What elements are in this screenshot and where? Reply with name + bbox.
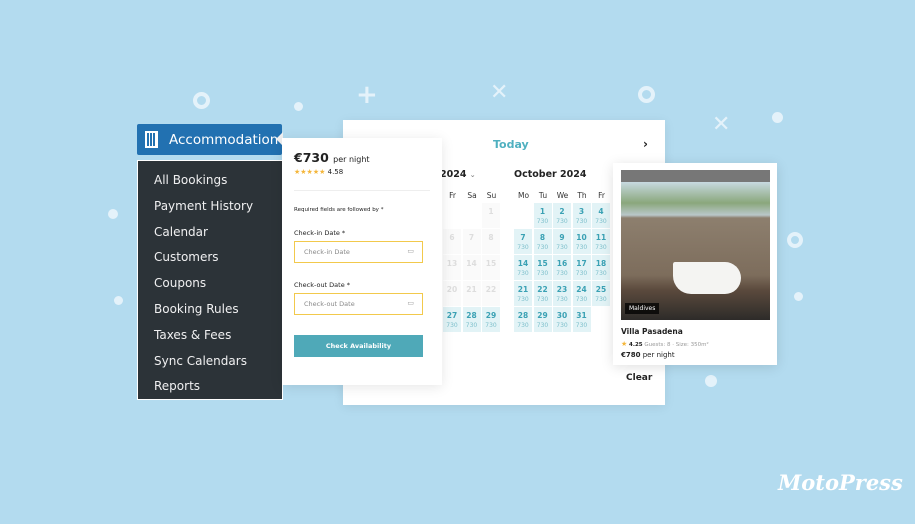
checkout-label: Check-out Date *	[294, 281, 351, 289]
star-rating-icon: ★★★★★	[294, 168, 326, 176]
calendar-day[interactable]: 24 730	[572, 281, 591, 306]
price: €730 per night	[294, 150, 370, 165]
decor-ring	[787, 232, 803, 248]
calendar-day: 13	[443, 255, 461, 280]
location-tag: Maldives	[625, 303, 660, 314]
decor-ring	[638, 86, 655, 103]
calendar-day[interactable]: 27 730	[443, 307, 461, 332]
weekday-label: Su	[486, 191, 497, 200]
today-button[interactable]: Today	[493, 138, 529, 151]
calendar-day[interactable]: 23 730	[553, 281, 571, 306]
calendar-day[interactable]: 4 730	[592, 203, 610, 228]
calendar-day[interactable]: 10 730	[572, 229, 591, 254]
chevron-right-icon[interactable]: ›	[643, 137, 648, 151]
menu-item-all-bookings[interactable]: All Bookings	[138, 171, 282, 197]
menu-item-payment-history[interactable]: Payment History	[138, 197, 282, 223]
weekday-label: Mo	[517, 191, 530, 200]
calendar-day[interactable]: 25 730	[592, 281, 610, 306]
bathtub-illustration	[673, 262, 741, 294]
admin-submenu: All Bookings Payment History Calendar Cu…	[137, 160, 283, 400]
menu-item-booking-rules[interactable]: Booking Rules	[138, 300, 282, 326]
decor-dot	[705, 375, 717, 387]
property-image: Maldives	[621, 170, 770, 320]
decor-dot	[114, 296, 123, 305]
menu-item-reports[interactable]: Reports	[138, 377, 282, 403]
calendar-day[interactable]: 18 730	[592, 255, 610, 280]
checkin-input[interactable]: Check-in Date	[294, 241, 423, 263]
calendar-day[interactable]: 21 730	[514, 281, 532, 306]
admin-menu-accommodation[interactable]: Accommodation	[137, 124, 283, 155]
required-note: Required fields are followed by *	[294, 207, 384, 213]
star-icon: ★	[621, 340, 628, 348]
menu-item-taxes-fees[interactable]: Taxes & Fees	[138, 326, 282, 352]
calendar-day[interactable]: 1 730	[533, 203, 552, 228]
calendar-day: 20	[443, 281, 461, 306]
weekday-label: Th	[577, 191, 587, 200]
calendar-day[interactable]: 14 730	[514, 255, 532, 280]
building-icon	[145, 131, 158, 148]
decor-x-icon: ✕	[490, 80, 509, 105]
calendar-day[interactable]: 8 730	[533, 229, 552, 254]
decor-dot	[794, 292, 803, 301]
menu-item-customers[interactable]: Customers	[138, 248, 282, 274]
calendar-day[interactable]: 22 730	[533, 281, 552, 306]
decor-dot	[108, 209, 118, 219]
calendar-day[interactable]: 11 730	[592, 229, 610, 254]
property-card[interactable]: Maldives Villa Pasadena ★ 4.25 Guests: 8…	[613, 163, 777, 365]
calendar-day[interactable]: 29 730	[482, 307, 500, 332]
calendar-day: 22	[482, 281, 500, 306]
calendar-day[interactable]: 15 730	[533, 255, 552, 280]
calendar-day[interactable]: 30 730	[553, 307, 571, 332]
check-availability-button[interactable]: Check Availability	[294, 335, 423, 357]
property-price: €780	[621, 351, 641, 359]
chevron-down-icon: ⌄	[469, 171, 476, 179]
clear-button[interactable]: Clear	[626, 373, 652, 383]
rating: 4.58	[327, 168, 344, 176]
property-rating: 4.25	[629, 342, 643, 348]
weekday-label: Fr	[449, 191, 456, 200]
menu-item-calendar[interactable]: Calendar	[138, 223, 282, 249]
weekday-label: We	[556, 191, 569, 200]
calendar-day[interactable]: 31 730	[572, 307, 591, 332]
property-name[interactable]: Villa Pasadena	[621, 327, 683, 336]
booking-form: €730 per night ★★★★★ 4.58 Required field…	[282, 138, 442, 385]
checkout-input[interactable]: Check-out Date	[294, 293, 423, 315]
weekday-label: Sa	[467, 191, 477, 200]
calendar-day[interactable]: 29 730	[533, 307, 552, 332]
calendar-day: 15	[482, 255, 500, 280]
calendar-day: 1	[482, 203, 500, 228]
property-meta: Guests: 8 · Size: 350m²	[644, 342, 709, 348]
weekday-label: Tu	[538, 191, 548, 200]
calendar-day[interactable]: 17 730	[572, 255, 591, 280]
calendar-day[interactable]: 9 730	[553, 229, 571, 254]
calendar-day[interactable]: 28 730	[462, 307, 481, 332]
menu-item-coupons[interactable]: Coupons	[138, 274, 282, 300]
motopress-logo: MotoPress	[778, 470, 903, 495]
weekday-label: Fr	[598, 191, 605, 200]
checkin-label: Check-in Date *	[294, 229, 346, 237]
decor-plus-icon: +	[356, 80, 378, 110]
calendar-day[interactable]: 7 730	[514, 229, 532, 254]
calendar-day: 8	[482, 229, 500, 254]
admin-menu-header-label: Accommodation	[169, 131, 279, 148]
calendar-day: 7	[462, 229, 481, 254]
month-title: October 2024	[514, 169, 587, 180]
decor-ring	[193, 92, 210, 109]
calendar-day[interactable]: 2 730	[553, 203, 571, 228]
decor-x-icon: ✕	[712, 112, 731, 137]
calendar-day[interactable]: 28 730	[514, 307, 532, 332]
prev-month-title[interactable]: 2024 ⌄	[440, 169, 476, 180]
calendar-day: 14	[462, 255, 481, 280]
calendar-day: 6	[443, 229, 461, 254]
menu-item-sync-calendars[interactable]: Sync Calendars	[138, 352, 282, 378]
calendar-day[interactable]: 3 730	[572, 203, 591, 228]
calendar-day[interactable]: 16 730	[553, 255, 571, 280]
calendar-day: 21	[462, 281, 481, 306]
decor-dot	[772, 112, 783, 123]
decor-dot	[294, 102, 303, 111]
